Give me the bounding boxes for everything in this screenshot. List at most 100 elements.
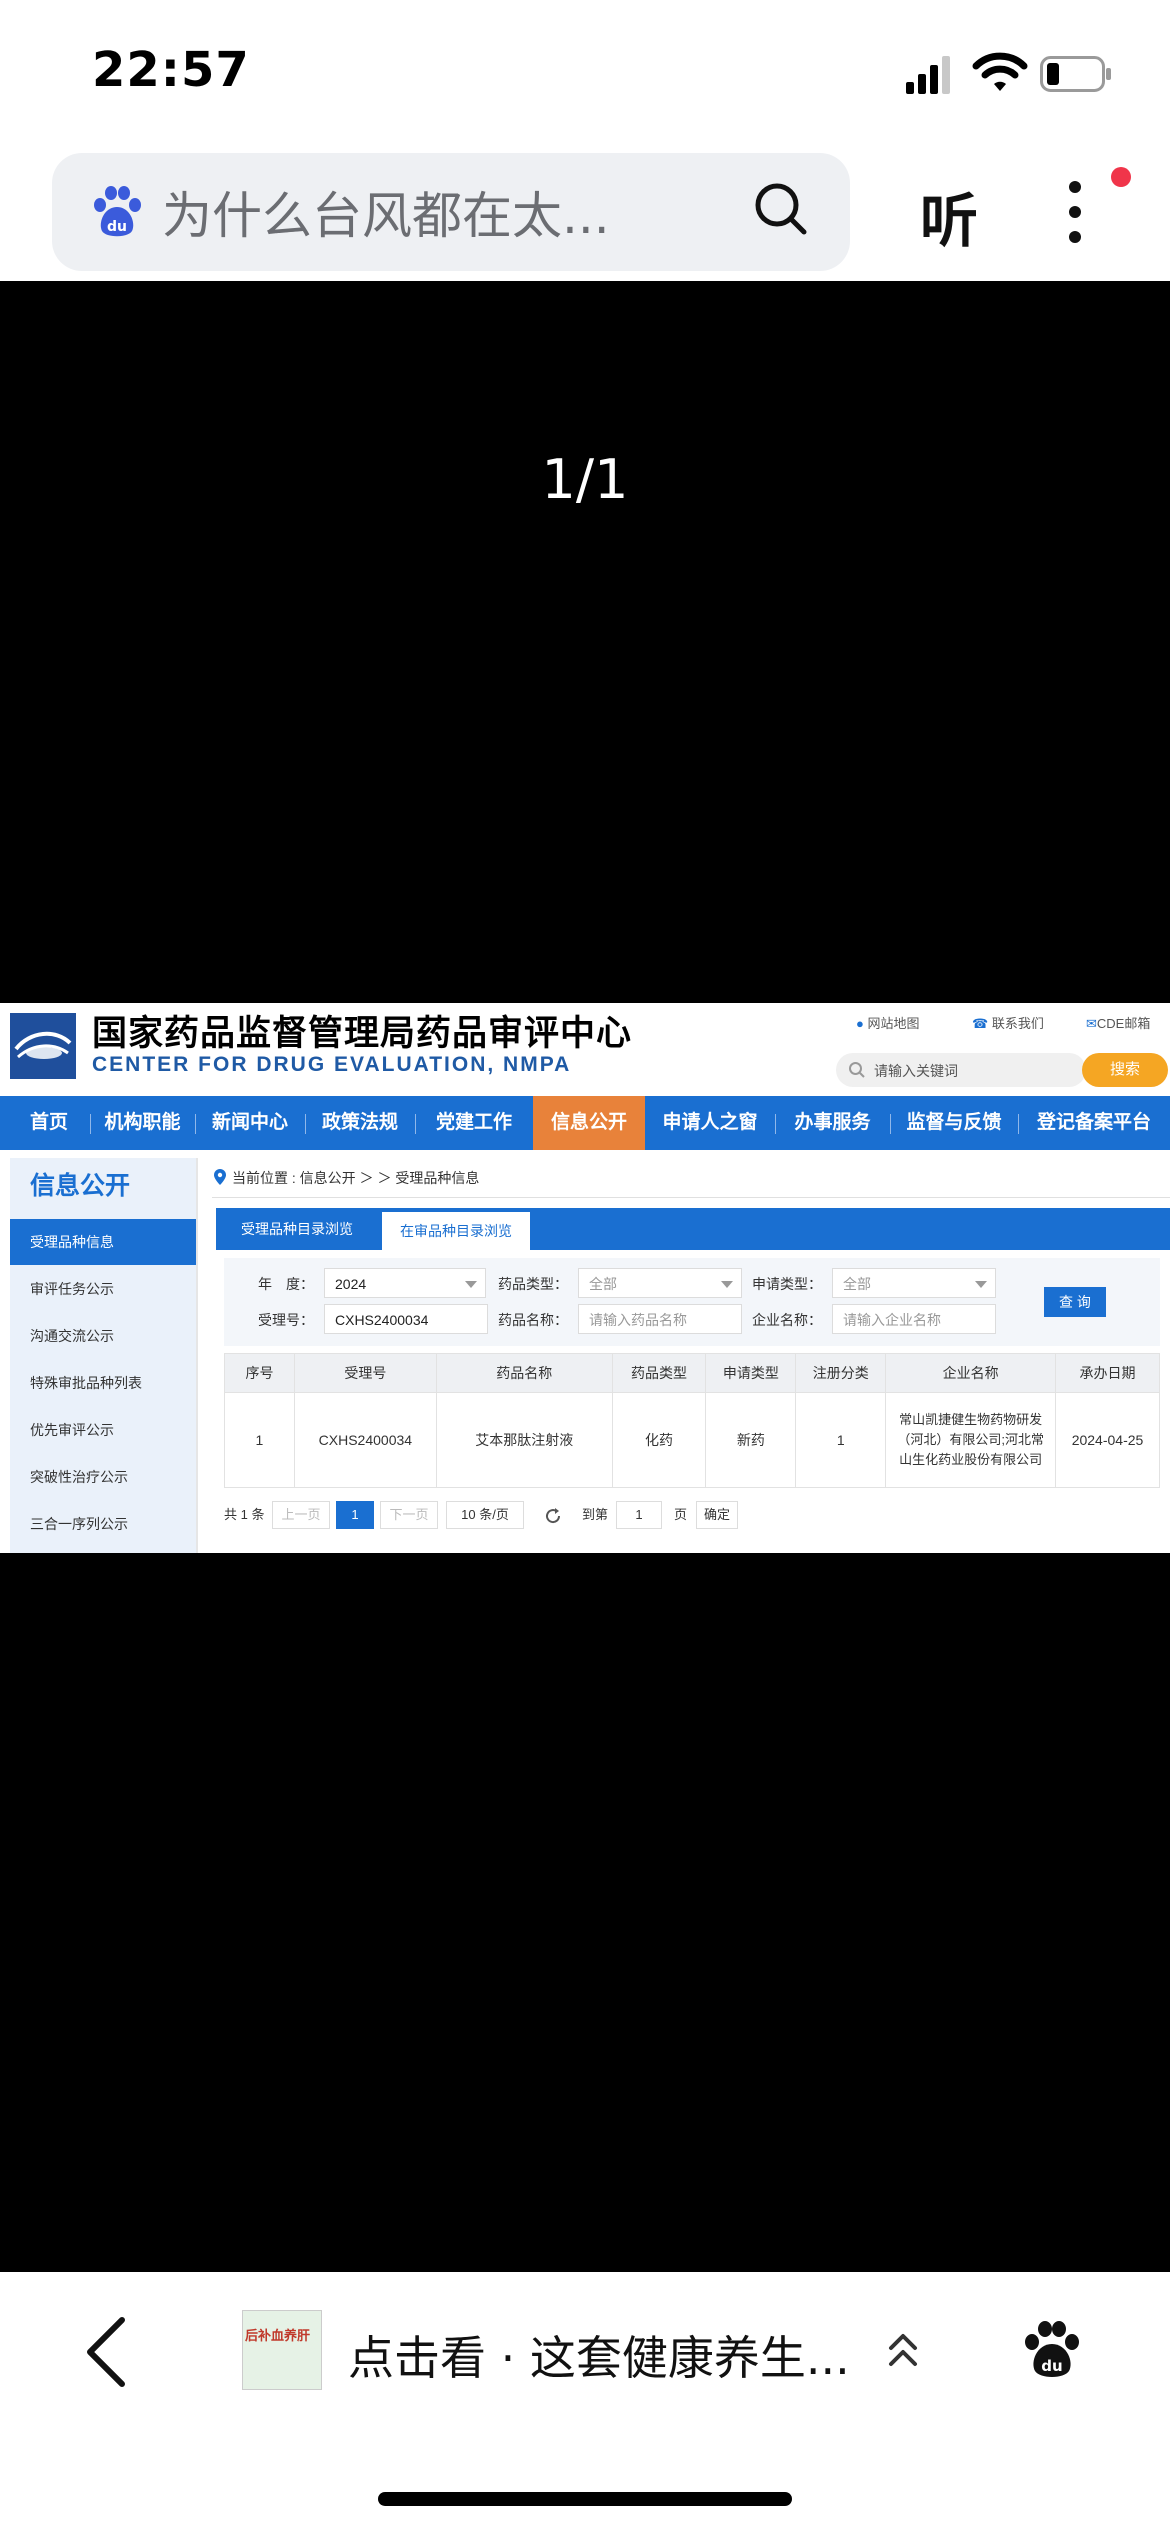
cell-apply-type: 新药 <box>705 1392 797 1488</box>
keyword-search-button[interactable]: 搜索 <box>1082 1053 1168 1087</box>
col-header: 申请类型 <box>705 1353 797 1393</box>
nav-info-public[interactable]: 信息公开 <box>533 1096 645 1150</box>
cell-accept-no: CXHS2400034 <box>293 1392 437 1488</box>
col-header: 承办日期 <box>1055 1353 1160 1393</box>
apply-type-label: 申请类型： <box>752 1276 822 1292</box>
more-icon[interactable] <box>1068 180 1082 244</box>
sidebar-item-breakthrough[interactable]: 突破性治疗公示 <box>10 1454 196 1500</box>
sitemap-link[interactable]: ● 网站地图 <box>856 1013 920 1032</box>
nav-policy[interactable]: 政策法规 <box>305 1096 415 1150</box>
listen-button[interactable]: 听 <box>920 174 978 258</box>
table-row[interactable]: 1 CXHS2400034 艾本那肽注射液 化药 新药 1 常山凯捷健生物药物研… <box>224 1392 1160 1488</box>
goto-confirm-button[interactable]: 确定 <box>696 1501 738 1529</box>
nav-applicant[interactable]: 申请人之窗 <box>645 1096 775 1150</box>
search-query[interactable]: 为什么台风都在太... <box>162 176 610 248</box>
drug-name-label: 药品名称： <box>498 1312 568 1328</box>
cell-drug-name: 艾本那肽注射液 <box>435 1392 613 1488</box>
apply-type-value: 全部 <box>843 1276 871 1292</box>
col-header: 药品名称 <box>435 1353 613 1393</box>
location-pin-icon <box>214 1169 226 1185</box>
next-page-button[interactable]: 下一页 <box>380 1501 438 1529</box>
chevron-down-icon <box>465 1281 477 1288</box>
results-table: 序号 受理号 药品名称 药品类型 申请类型 注册分类 企业名称 承办日期 1 C… <box>224 1353 1160 1488</box>
drug-type-label: 药品类型： <box>498 1276 568 1292</box>
breadcrumb: 当前位置 : 信息公开 ＞ ＞ 受理品种信息 <box>232 1170 480 1186</box>
year-value: 2024 <box>335 1276 367 1292</box>
contact-label: 联系我们 <box>991 1016 1044 1031</box>
nav-services[interactable]: 办事服务 <box>775 1096 890 1150</box>
sidebar-item-communication[interactable]: 沟通交流公示 <box>10 1313 196 1359</box>
apply-type-select[interactable]: 全部 <box>832 1268 996 1298</box>
site-title-en: CENTER FOR DRUG EVALUATION, NMPA <box>92 1053 572 1076</box>
col-header: 受理号 <box>293 1353 437 1393</box>
drug-type-value: 全部 <box>589 1276 617 1292</box>
nav-supervision[interactable]: 监督与反馈 <box>890 1096 1018 1150</box>
nav-registration[interactable]: 登记备案平台 <box>1018 1096 1170 1150</box>
sidebar-item-accepted[interactable]: 受理品种信息 <box>10 1219 196 1265</box>
goto-page-input[interactable]: 1 <box>616 1501 662 1529</box>
svg-text:du: du <box>107 219 127 235</box>
cell-drug-type: 化药 <box>611 1392 707 1488</box>
cell-reg-class: 1 <box>795 1392 887 1488</box>
bottom-title[interactable]: 点击看 · 这套健康养生... <box>348 2322 850 2388</box>
query-button[interactable]: 查 询 <box>1044 1287 1106 1317</box>
battery-icon <box>1040 56 1111 92</box>
accept-no-label: 受理号： <box>258 1312 314 1328</box>
col-header: 序号 <box>224 1353 295 1393</box>
cell-date: 2024-04-25 <box>1055 1392 1160 1488</box>
sidebar-heading: 信息公开 <box>30 1172 131 1200</box>
thumbnail-text: 后补血养肝 <box>245 2329 311 2344</box>
sitemap-label: 网站地图 <box>867 1016 920 1031</box>
chevron-down-icon <box>721 1281 733 1288</box>
pagination-total: 共 1 条 <box>224 1507 265 1522</box>
contact-link[interactable]: ☎ 联系我们 <box>972 1013 1044 1032</box>
page-size-select[interactable]: 10 条/页 <box>446 1501 524 1529</box>
site-title-cn: 国家药品监督管理局药品审评中心 <box>92 1014 633 1053</box>
notification-dot <box>1111 167 1131 187</box>
baidu-paw-icon: du <box>94 186 141 237</box>
svg-text:du: du <box>1041 2357 1062 2375</box>
sidebar-item-priority[interactable]: 优先审评公示 <box>10 1407 196 1453</box>
sidebar-item-triple[interactable]: 三合一序列公示 <box>10 1501 196 1547</box>
year-select[interactable]: 2024 <box>324 1268 486 1298</box>
table-header-row: 序号 受理号 药品名称 药品类型 申请类型 注册分类 企业名称 承办日期 <box>224 1353 1160 1393</box>
cde-screenshot: 国家药品监督管理局药品审评中心 CENTER FOR DRUG EVALUATI… <box>0 1003 1170 1553</box>
year-label: 年 度： <box>258 1276 314 1292</box>
col-header: 注册分类 <box>795 1353 887 1393</box>
chevron-down-icon <box>975 1281 987 1288</box>
refresh-icon[interactable] <box>544 1507 562 1525</box>
page-unit-label: 页 <box>674 1507 688 1522</box>
nav-party[interactable]: 党建工作 <box>415 1096 533 1150</box>
sidebar-item-tasks[interactable]: 审评任务公示 <box>10 1266 196 1312</box>
back-icon[interactable] <box>84 2316 128 2388</box>
nav-functions[interactable]: 机构职能 <box>90 1096 195 1150</box>
tab-accepted-catalog[interactable]: 受理品种目录浏览 <box>216 1208 378 1250</box>
tab-in-review-catalog[interactable]: 在审品种目录浏览 <box>382 1212 530 1250</box>
main-nav: 首页 机构职能 新闻中心 政策法规 党建工作 信息公开 申请人之窗 办事服务 监… <box>0 1096 1170 1150</box>
page-1-button[interactable]: 1 <box>336 1501 374 1529</box>
nav-home[interactable]: 首页 <box>8 1096 90 1150</box>
baidu-paw-icon[interactable]: du <box>1022 2320 1082 2380</box>
company-input[interactable]: 请输入企业名称 <box>832 1304 996 1334</box>
drug-name-input[interactable]: 请输入药品名称 <box>578 1304 742 1334</box>
video-thumbnail[interactable]: 后补血养肝 <box>242 2310 322 2390</box>
sidebar-item-special[interactable]: 特殊审批品种列表 <box>10 1360 196 1406</box>
col-header: 药品类型 <box>611 1353 707 1393</box>
accept-no-input[interactable]: CXHS2400034 <box>324 1304 488 1334</box>
cell-company: 常山凯捷健生物药物研发（河北）有限公司;河北常山生化药业股份有限公司 <box>885 1392 1057 1488</box>
keyword-search-icon <box>849 1062 865 1078</box>
mail-link[interactable]: ✉CDE邮箱 <box>1086 1013 1150 1032</box>
company-label: 企业名称： <box>752 1312 822 1328</box>
chevron-up-icon[interactable] <box>888 2330 918 2374</box>
cell-index: 1 <box>224 1392 295 1488</box>
nav-news[interactable]: 新闻中心 <box>195 1096 305 1150</box>
drug-type-select[interactable]: 全部 <box>578 1268 742 1298</box>
prev-page-button[interactable]: 上一页 <box>272 1501 330 1529</box>
keyword-placeholder: 请输入关键词 <box>874 1063 958 1079</box>
cellular-signal-icon <box>906 56 950 94</box>
col-header: 企业名称 <box>885 1353 1057 1393</box>
search-icon[interactable] <box>752 180 810 238</box>
wifi-icon <box>972 52 1028 91</box>
cde-logo <box>10 1013 76 1079</box>
cde-logo-icon <box>14 1031 72 1059</box>
